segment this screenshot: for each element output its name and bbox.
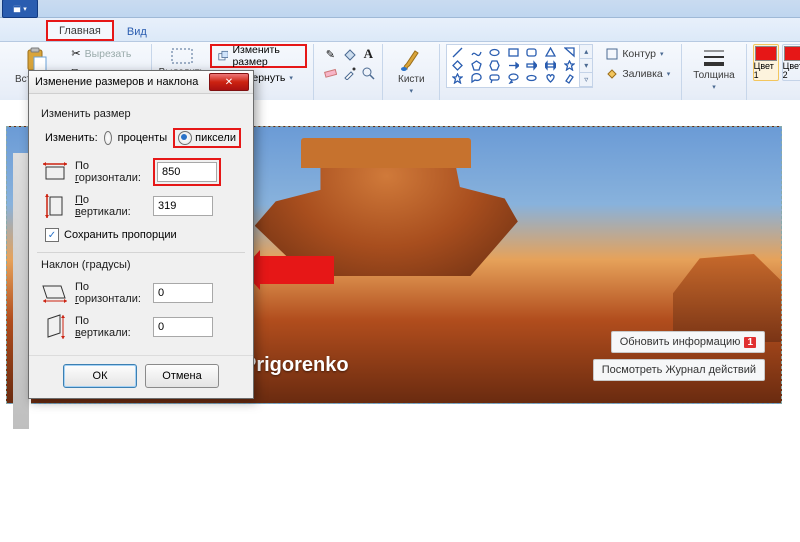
group-shapes: ▴▾▿ Контур▾ Заливка▾ Фигуры [440,44,682,102]
annotation-arrow [260,256,334,284]
magnifier-tool[interactable] [358,63,378,83]
scissors-icon: ✂ [71,47,80,60]
dialog-title: Изменение размеров и наклона [35,76,198,88]
skew-horiz-input[interactable] [153,283,213,303]
horiz-label: По горизонтали: [75,160,147,184]
dialog-close-button[interactable]: ✕ [209,73,249,91]
resize-highlight: Изменить размер [210,44,308,68]
keep-aspect-label: Сохранить пропорции [64,229,177,241]
skew-vert-input[interactable] [153,317,213,337]
skew-section-title: Наклон (градусы) [41,259,241,271]
pencil-tool[interactable]: ✎ [320,44,340,64]
resize-skew-dialog: Изменение размеров и наклона ✕ Изменить … [28,70,254,399]
dropdown-icon: ▾ [410,87,414,95]
resize-icon [218,49,229,63]
by-label: Изменить: [45,132,98,144]
skew-horiz-label: По горизонтали: [75,281,147,305]
brushes-button[interactable]: Кисти ▾ [389,44,433,98]
radio-percent[interactable] [104,131,112,145]
activity-log-button[interactable]: Посмотреть Журнал действий [593,359,765,381]
horiz-input[interactable] [157,162,217,182]
horiz-input-highlight [153,158,221,186]
tab-home[interactable]: Главная [46,20,114,41]
resize-button[interactable]: Изменить размер [212,46,306,66]
group-brushes: Кисти ▾ [383,44,440,102]
dropdown-icon: ▾ [712,83,716,91]
ribbon-tabs: Главная Вид [0,18,800,42]
brush-icon [399,47,423,73]
dropdown-icon: ▾ [289,74,293,82]
radio-pixels-highlight: пиксели [173,128,241,148]
ok-button[interactable]: ОК [63,364,137,388]
text-tool[interactable]: A [358,44,378,64]
picker-tool[interactable] [339,63,359,83]
color1-swatch [755,46,777,61]
size-icon [702,47,726,69]
cut-button[interactable]: ✂Вырезать [66,44,144,63]
radio-pixels-label: пиксели [195,132,236,144]
radio-pixels[interactable] [178,131,192,145]
shapes-scroll[interactable]: ▴▾▿ [580,44,593,88]
color2-swatch [784,46,800,61]
eraser-tool[interactable] [320,63,340,83]
color2-button[interactable]: Цвет 2 [782,44,800,81]
dialog-title-bar[interactable]: Изменение размеров и наклона ✕ [29,71,253,94]
skew-vert-icon [41,313,69,341]
shapes-gallery[interactable] [446,44,580,88]
tab-view[interactable]: Вид [114,21,160,41]
close-icon: ✕ [225,77,233,88]
shape-fill-button[interactable]: Заливка▾ [601,64,675,83]
update-info-button[interactable]: Обновить информацию1 [611,331,765,353]
outline-icon [606,48,618,60]
keep-aspect-checkbox[interactable]: ✓ [45,228,59,242]
radio-percent-label: проценты [118,132,168,144]
skew-horiz-icon [41,279,69,307]
group-tools: ✎ A Инструменты [314,44,383,102]
vert-label: По вертикали: [75,194,147,218]
window-title-bar: ▾ [0,0,800,18]
dropdown-icon: ▾ [23,5,27,13]
fill-tool[interactable] [339,44,359,64]
size-button[interactable]: Толщина ▾ [688,44,739,94]
cancel-button[interactable]: Отмена [145,364,219,388]
resize-section-title: Изменить размер [41,108,241,120]
group-colors: Цвет 1 Цвет 2 [747,44,800,102]
vert-input[interactable] [153,196,213,216]
cover-name: Prigorenko [243,354,349,377]
group-size: Толщина ▾ [682,44,746,102]
horiz-icon [41,158,69,186]
color1-button[interactable]: Цвет 1 [753,44,779,81]
app-menu-button[interactable]: ▾ [2,0,38,18]
fill-icon [606,68,618,80]
skew-vert-label: По вертикали: [75,315,147,339]
shape-outline-button[interactable]: Контур▾ [601,44,675,63]
vert-icon [41,192,69,220]
